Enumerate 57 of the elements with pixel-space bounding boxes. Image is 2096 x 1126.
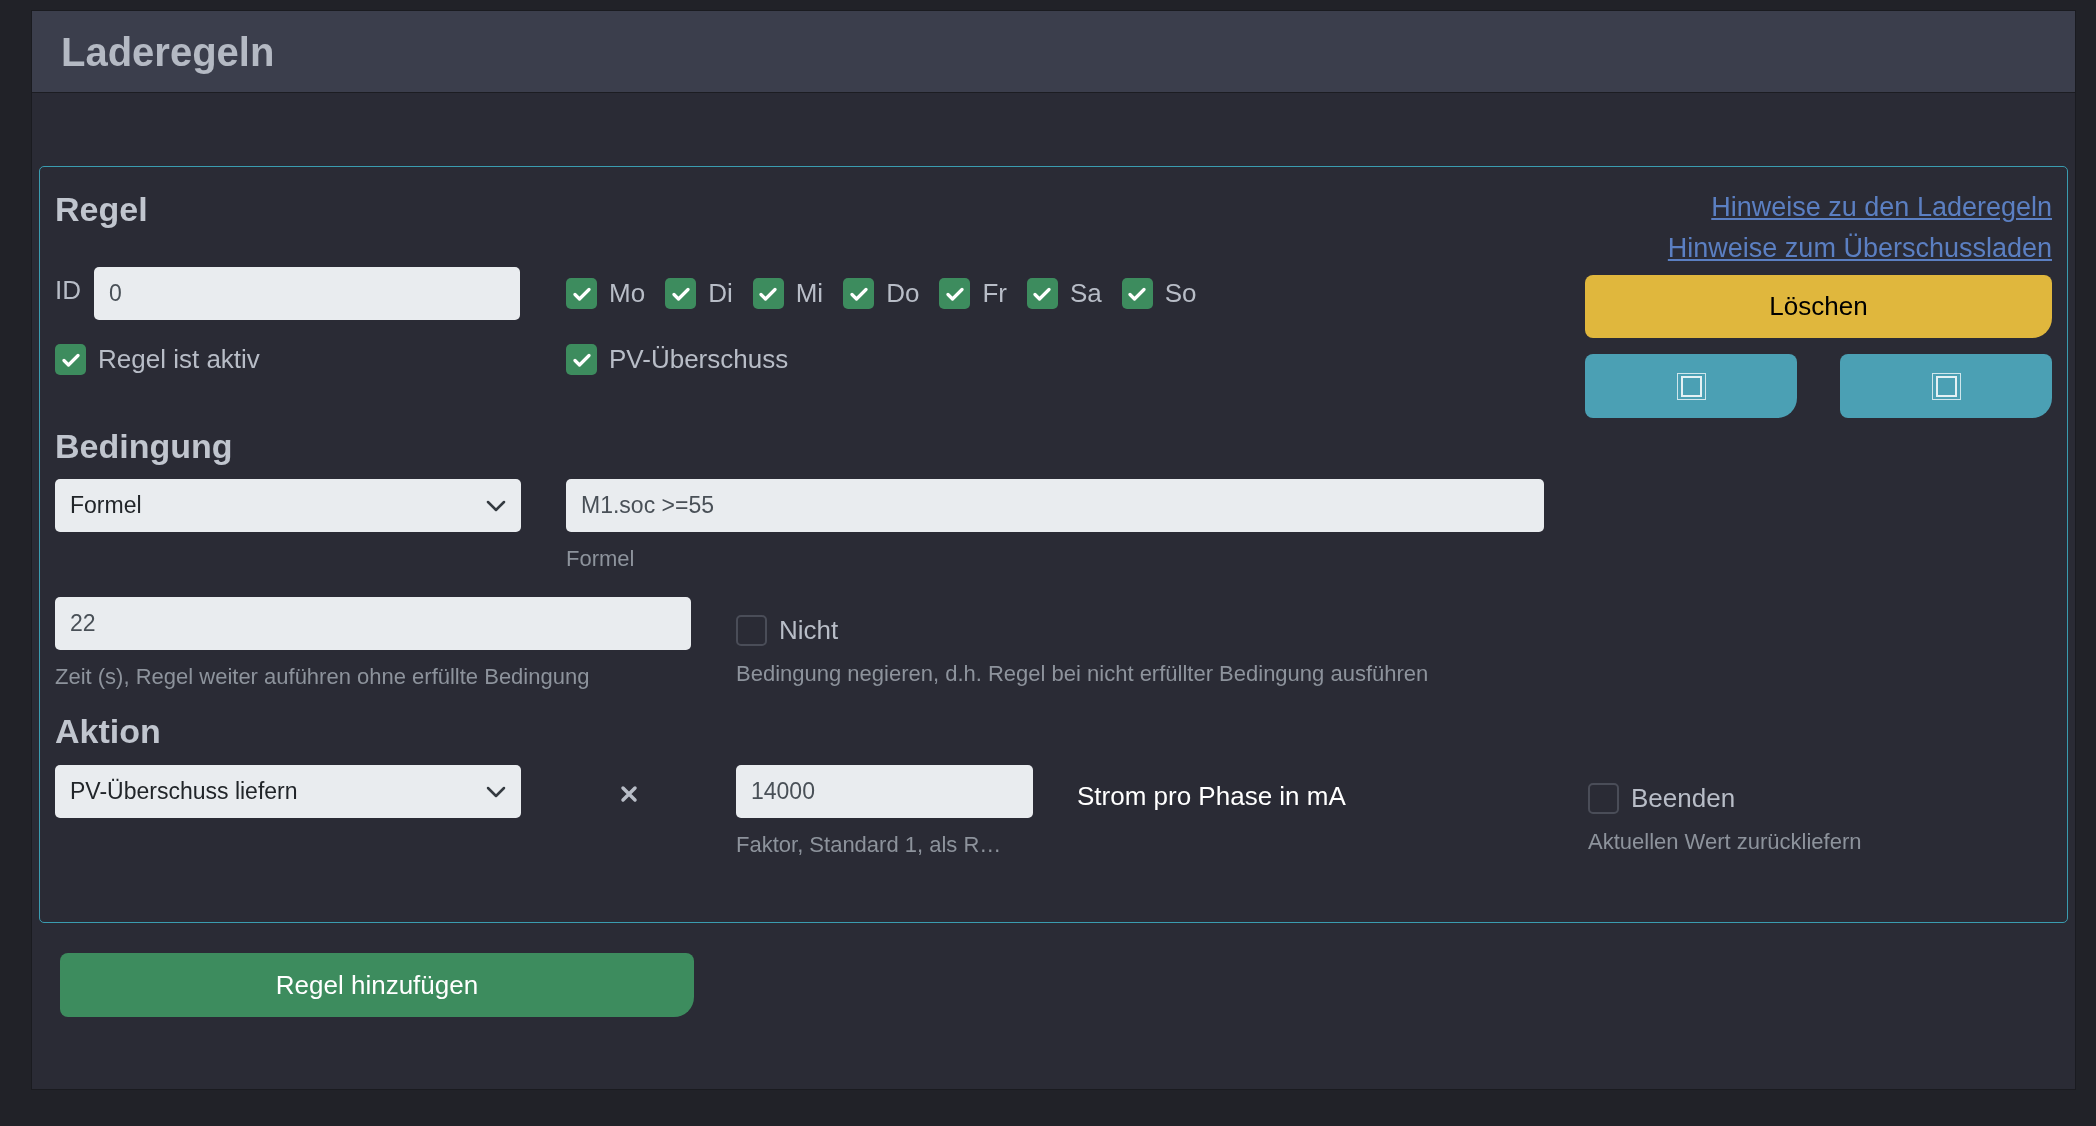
checkbox-label: Nicht bbox=[779, 614, 839, 647]
section-heading: Aktion bbox=[55, 711, 162, 751]
help-text: Aktuellen Wert zurückliefern bbox=[1588, 828, 1862, 856]
checkbox[interactable] bbox=[1588, 783, 1619, 814]
checkbox-label: Mi bbox=[795, 277, 824, 310]
check-icon bbox=[945, 286, 964, 301]
checkbox-label: Fr bbox=[982, 277, 1007, 310]
check-icon bbox=[671, 286, 690, 301]
section-heading: Bedingung bbox=[55, 426, 234, 466]
checkbox[interactable] bbox=[939, 278, 971, 309]
unknown-glyph-icon bbox=[1676, 372, 1706, 400]
checkbox-label: Beenden bbox=[1631, 782, 1736, 815]
checkbox[interactable] bbox=[843, 278, 875, 309]
id-label: ID bbox=[55, 274, 81, 307]
check-icon bbox=[572, 352, 591, 367]
help-text: Zeit (s), Regel weiter auführen ohne erfüllte Bedingung bbox=[55, 663, 591, 691]
help-text: Formel bbox=[566, 545, 636, 573]
help-link[interactable]: Hinweise zum Überschussladen bbox=[1667, 232, 2052, 265]
checkbox[interactable] bbox=[1121, 278, 1153, 309]
check-icon bbox=[759, 286, 778, 301]
checkbox-label: Mo bbox=[609, 277, 646, 310]
checkbox[interactable] bbox=[665, 278, 697, 309]
formula-field[interactable]: M1.soc >=55 bbox=[566, 479, 1544, 532]
chevron-down-icon bbox=[486, 499, 506, 512]
help-link[interactable]: Hinweise zu den Laderegeln bbox=[1711, 191, 2052, 224]
check-icon bbox=[1128, 286, 1147, 301]
checkbox[interactable] bbox=[1026, 278, 1058, 309]
time-field[interactable]: 22 bbox=[55, 597, 691, 650]
help-text: Bedingung negieren, d.h. Regel bei nicht erfüllter Bedingung ausführen bbox=[736, 660, 1429, 688]
id-field[interactable]: 0 bbox=[94, 267, 520, 320]
checkbox[interactable] bbox=[566, 278, 597, 309]
checkbox-label: Regel ist aktiv bbox=[98, 343, 260, 376]
condition-type-select[interactable]: Formel bbox=[55, 479, 521, 532]
check-icon bbox=[61, 352, 80, 367]
check-icon bbox=[849, 286, 868, 301]
multiply-icon bbox=[619, 785, 638, 803]
checkbox-label: PV-Überschuss bbox=[609, 343, 789, 376]
section-heading: Regel bbox=[55, 189, 149, 229]
page-title: Laderegeln bbox=[61, 28, 275, 76]
factor-field[interactable]: 14000 bbox=[736, 765, 1033, 818]
check-icon bbox=[1033, 286, 1052, 301]
action-type-select[interactable]: PV-Überschuss liefern bbox=[55, 765, 521, 818]
unit-label: Strom pro Phase in mA bbox=[1077, 781, 1346, 811]
delete-button[interactable]: Löschen bbox=[1585, 275, 2052, 338]
checkbox[interactable] bbox=[736, 615, 767, 646]
checkbox-label: Do bbox=[886, 277, 920, 310]
add-rule-button[interactable]: Regel hinzufügen bbox=[60, 953, 694, 1017]
chevron-down-icon bbox=[486, 785, 506, 798]
checkbox-label: So bbox=[1164, 277, 1197, 310]
checkbox[interactable] bbox=[55, 344, 86, 375]
checkbox[interactable] bbox=[752, 278, 784, 309]
checkbox-label: Di bbox=[708, 277, 733, 310]
checkbox[interactable] bbox=[566, 344, 597, 375]
check-icon bbox=[572, 286, 591, 301]
checkbox-label: Sa bbox=[1069, 277, 1102, 310]
help-text: Faktor, Standard 1, als R… bbox=[736, 831, 1003, 859]
unknown-glyph-icon bbox=[1931, 372, 1961, 400]
